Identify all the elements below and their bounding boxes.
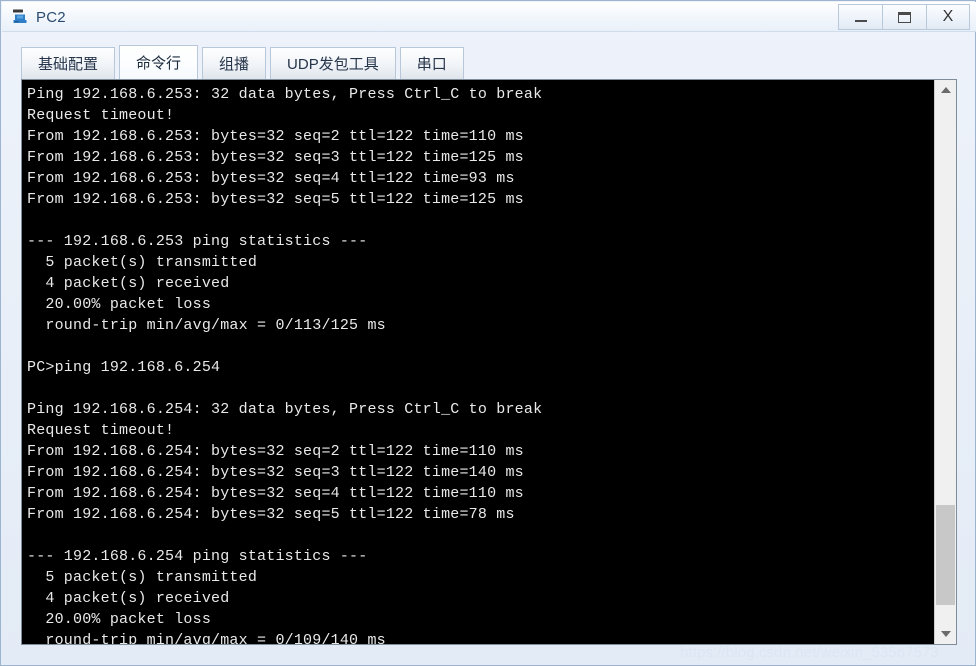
chevron-up-icon [940, 87, 951, 93]
minimize-icon [854, 20, 867, 22]
terminal-line: From 192.168.6.253: bytes=32 seq=3 ttl=1… [27, 149, 524, 166]
maximize-icon [898, 11, 911, 23]
scrollbar-thumb[interactable] [936, 505, 955, 605]
terminal-line: Request timeout! [27, 107, 175, 124]
terminal-scrollbar[interactable] [934, 80, 956, 644]
watermark-text: https://blog.csdn.net/weixin_53567573 [680, 644, 939, 661]
tab-basic-config[interactable]: 基础配置 [21, 47, 116, 79]
terminal-line: 5 packet(s) transmitted [27, 569, 258, 586]
terminal-output[interactable]: Ping 192.168.6.253: 32 data bytes, Press… [22, 80, 934, 644]
tab-udp-packet-tool[interactable]: UDP发包工具 [270, 47, 396, 79]
minimize-button[interactable] [838, 4, 882, 30]
tab-serial-port-label: 串口 [416, 56, 447, 73]
terminal-line: 20.00% packet loss [27, 611, 212, 628]
terminal-line: From 192.168.6.253: bytes=32 seq=2 ttl=1… [27, 128, 524, 145]
tab-command-line[interactable]: 命令行 [119, 45, 199, 79]
window-titlebar: PC2 X [2, 2, 976, 32]
terminal-line: 20.00% packet loss [27, 296, 212, 313]
close-button[interactable]: X [926, 4, 970, 30]
tab-basic-config-label: 基础配置 [38, 56, 99, 73]
tab-udp-packet-tool-label: UDP发包工具 [287, 56, 379, 73]
tab-serial-port[interactable]: 串口 [399, 47, 464, 79]
terminal-line: 4 packet(s) received [27, 275, 230, 292]
terminal-line: Ping 192.168.6.253: 32 data bytes, Press… [27, 86, 543, 103]
terminal-line: From 192.168.6.254: bytes=32 seq=5 ttl=1… [27, 506, 515, 523]
terminal-line: Ping 192.168.6.254: 32 data bytes, Press… [27, 401, 543, 418]
terminal-line: From 192.168.6.254: bytes=32 seq=3 ttl=1… [27, 464, 524, 481]
titlebar-left-group: PC2 [12, 2, 66, 32]
window-title: PC2 [36, 8, 66, 26]
terminal-line: --- 192.168.6.253 ping statistics --- [27, 233, 368, 250]
terminal-line: From 192.168.6.254: bytes=32 seq=2 ttl=1… [27, 443, 524, 460]
terminal-line: Request timeout! [27, 422, 175, 439]
terminal-line: round-trip min/avg/max = 0/113/125 ms [27, 317, 386, 334]
terminal-line: From 192.168.6.253: bytes=32 seq=4 ttl=1… [27, 170, 515, 187]
pc2-window: PC2 X 基础配置 命令行 组播 UDP发包工具 串口 Ping 192.16… [0, 0, 976, 666]
tab-multicast-label: 组播 [219, 56, 250, 73]
terminal-line: --- 192.168.6.254 ping statistics --- [27, 548, 368, 565]
terminal-line: PC>ping 192.168.6.254 [27, 359, 221, 376]
terminal-line: 4 packet(s) received [27, 590, 230, 607]
terminal-line: round-trip min/avg/max = 0/109/140 ms [27, 632, 386, 644]
terminal-line: From 192.168.6.253: bytes=32 seq=5 ttl=1… [27, 191, 524, 208]
close-icon: X [942, 8, 954, 25]
scrollbar-up-button[interactable] [935, 80, 956, 100]
tab-command-line-label: 命令行 [136, 55, 182, 72]
tab-multicast[interactable]: 组播 [202, 47, 267, 79]
tab-strip: 基础配置 命令行 组播 UDP发包工具 串口 [21, 45, 468, 79]
maximize-button[interactable] [882, 4, 926, 30]
terminal-line: 5 packet(s) transmitted [27, 254, 258, 271]
scrollbar-down-button[interactable] [935, 624, 956, 644]
pc-computer-icon [12, 8, 30, 26]
command-line-panel: Ping 192.168.6.253: 32 data bytes, Press… [21, 79, 957, 645]
terminal-line: From 192.168.6.254: bytes=32 seq=4 ttl=1… [27, 485, 524, 502]
chevron-down-icon [940, 631, 951, 637]
window-controls: X [838, 4, 970, 30]
